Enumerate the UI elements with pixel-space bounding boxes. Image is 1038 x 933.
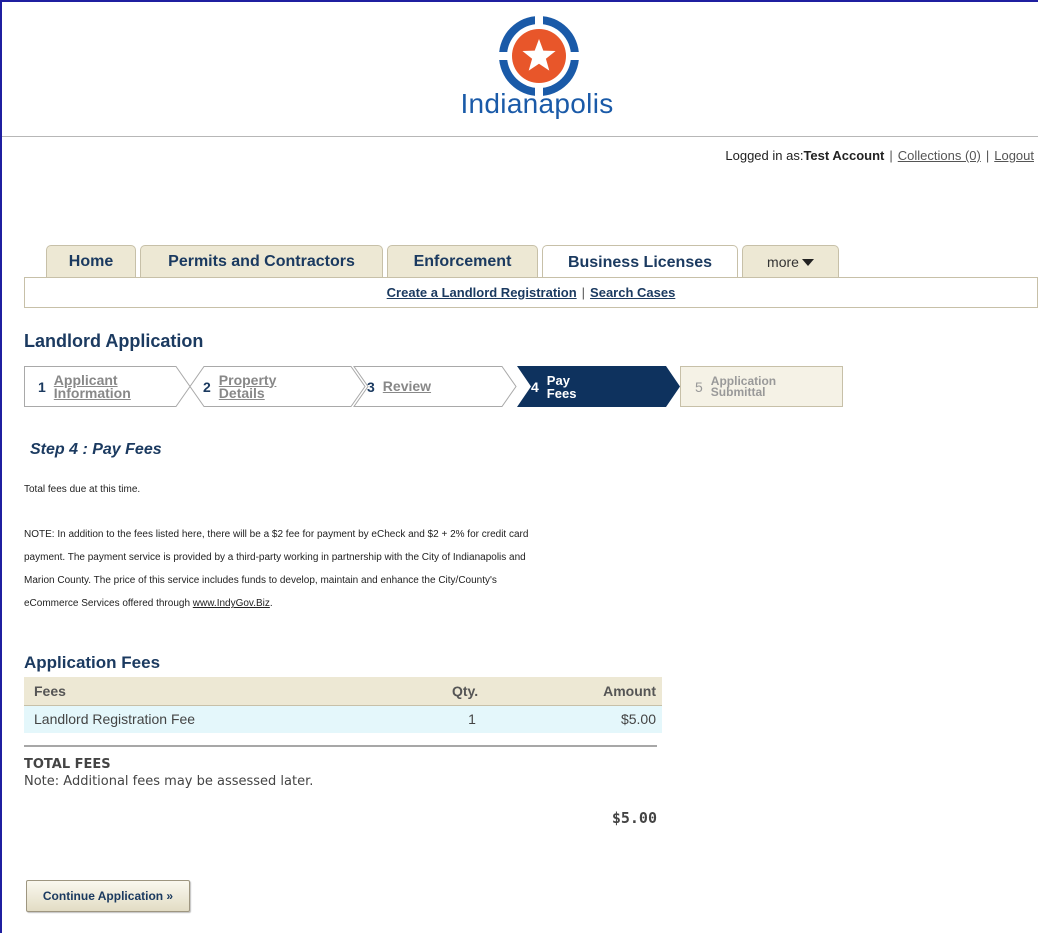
fees-table: Fees Qty. Amount Landlord Registration F… [24, 677, 662, 733]
tab-more-label: more [767, 254, 799, 270]
intro-text: Total fees due at this time. [24, 484, 141, 495]
logout-link[interactable]: Logout [994, 148, 1034, 163]
user-name: Test Account [803, 148, 885, 163]
note-line: NOTE: In addition to the fees listed her… [24, 529, 529, 540]
step-heading: Step 4 : Pay Fees [30, 441, 162, 458]
separator: | [889, 148, 893, 163]
table-header-row: Fees Qty. Amount [24, 677, 662, 706]
step-review[interactable]: 3 Review [367, 366, 431, 407]
step-label: Review [382, 378, 432, 394]
total-fees-note: Note: Additional fees may be assessed la… [24, 774, 314, 789]
chevron-down-icon [801, 258, 814, 266]
step-label: Applicant Information [53, 373, 131, 401]
total-fees-amount: $5.00 [611, 809, 657, 827]
application-fees-title: Application Fees [24, 653, 161, 672]
step-number: 5 [695, 378, 703, 395]
fee-name-cell: Landlord Registration Fee [24, 705, 442, 733]
step-number: 2 [203, 378, 211, 395]
tab-more[interactable]: more [742, 245, 839, 278]
step-label: Pay Fees [546, 372, 577, 401]
step-number: 3 [367, 378, 375, 395]
table-row: Landlord Registration Fee 1 $5.00 [24, 705, 662, 733]
sub-navigation: Create a Landlord Registration | Search Ca… [24, 277, 1038, 308]
step-label: Property Details [218, 371, 277, 401]
separator: | [581, 285, 586, 300]
step-application-submittal: 5 Application Submittal [695, 366, 776, 407]
note-line: eCommerce Services offered through www.I… [24, 592, 528, 615]
page-frame [0, 0, 1038, 933]
note-text: eCommerce Services offered through [24, 598, 193, 609]
fee-note: NOTE: In addition to the fees listed her… [24, 523, 528, 615]
tab-home[interactable]: Home [46, 245, 136, 278]
step-label: Application Submittal [710, 375, 776, 399]
step-pay-fees: 4 Pay Fees [531, 366, 576, 407]
note-line: Marion County. The price of this service… [24, 575, 497, 586]
fee-amount-cell: $5.00 [542, 705, 662, 733]
tab-permits-and-contractors[interactable]: Permits and Contractors [140, 245, 383, 278]
note-line: payment. The payment service is provided… [24, 552, 526, 563]
step-property-details[interactable]: 2 Property Details [203, 366, 276, 407]
fee-qty-cell: 1 [442, 705, 542, 733]
total-divider [24, 745, 657, 747]
indianapolis-star-logo-icon[interactable] [497, 14, 581, 98]
note-text: . [269, 598, 273, 609]
site-header: Indianapolis [2, 2, 1038, 137]
user-bar: Logged in as:Test Account | Collections (0… [725, 148, 1034, 163]
total-fees-label: TOTAL FEES [24, 757, 111, 772]
tab-enforcement[interactable]: Enforcement [387, 245, 538, 278]
logged-in-label: Logged in as: [725, 148, 804, 163]
tab-business-licenses[interactable]: Business Licenses [542, 245, 738, 279]
step-number: 1 [38, 378, 46, 395]
logo-wordmark: Indianapolis [460, 88, 614, 119]
separator: | [985, 148, 990, 163]
collections-link[interactable]: Collections (0) [898, 148, 981, 163]
column-header-qty: Qty. [442, 677, 542, 706]
indygov-biz-link[interactable]: www.IndyGov.Biz [193, 598, 270, 609]
column-header-amount: Amount [542, 677, 662, 706]
step-number: 4 [531, 378, 539, 395]
step-applicant-information[interactable]: 1 Applicant Information [38, 366, 131, 407]
step-label-line: Information [53, 384, 131, 401]
continue-application-button[interactable]: Continue Application » [26, 880, 190, 912]
create-landlord-registration-link[interactable]: Create a Landlord Registration [387, 285, 577, 300]
search-cases-link[interactable]: Search Cases [590, 285, 675, 300]
step-label-line: Submittal [710, 384, 766, 399]
main-tabs: Home Permits and Contractors Enforcement… [46, 245, 839, 279]
column-header-fees: Fees [24, 677, 442, 706]
page-title: Landlord Application [24, 331, 204, 351]
